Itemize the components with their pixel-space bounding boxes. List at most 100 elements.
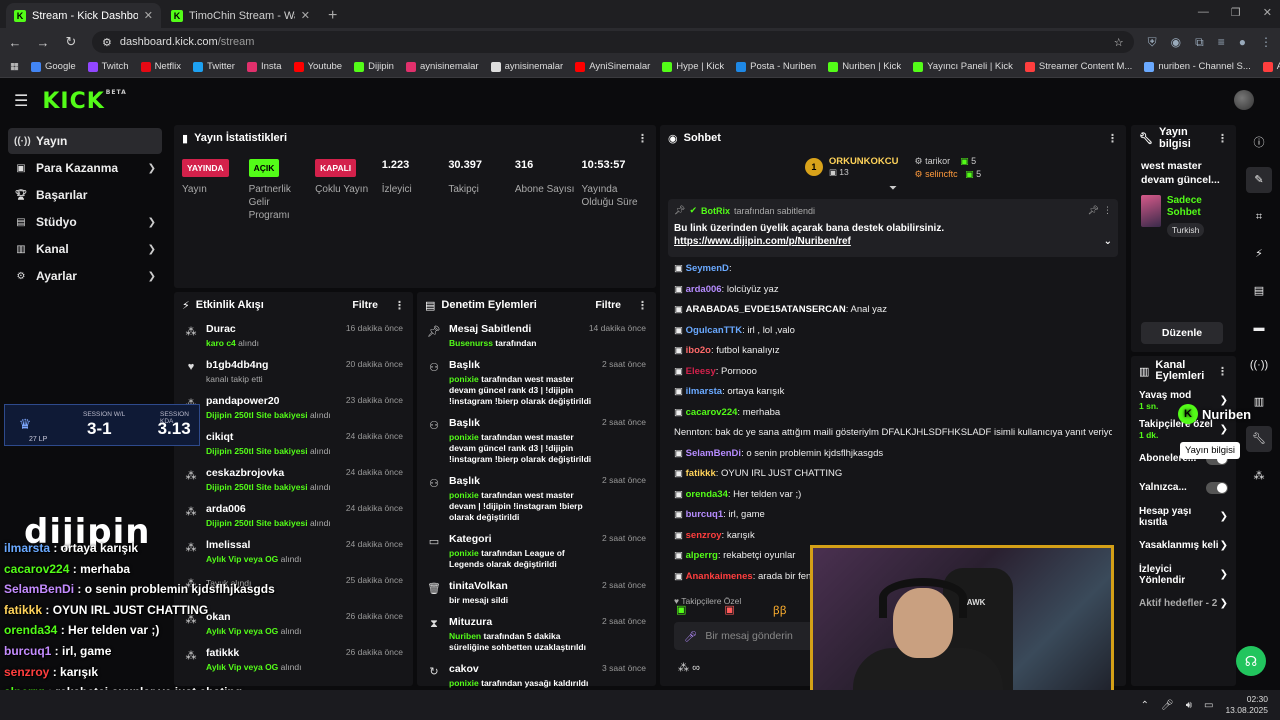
support-chat-icon[interactable]: ☊ [1236, 646, 1266, 676]
channel-action-item[interactable]: Aktif hedefler - 2 ❯ [1131, 589, 1236, 618]
crop-icon[interactable]: ⌗ [1246, 204, 1272, 230]
chat-username[interactable]: Anankaimenes [686, 571, 753, 582]
chat-username[interactable]: burcuq1 [686, 509, 723, 520]
apps-grid-icon[interactable]: ▦ [10, 61, 19, 72]
bookmark-item[interactable]: AyniSinemalar [575, 61, 650, 72]
bookmark-item[interactable]: Dijipin [354, 61, 394, 72]
restore-icon[interactable]: ❐ [1231, 6, 1241, 19]
filter-button[interactable]: Filtre [595, 299, 621, 311]
chat-username[interactable]: ibo2o [686, 345, 711, 356]
chat-message[interactable]: ▣ arda006: lolcüyüz yaz [674, 284, 1112, 296]
avatar[interactable] [1234, 90, 1254, 110]
list-item[interactable]: ⁂ arda006 Dijipin 250tl Site bakiyesi alın… [174, 498, 413, 534]
info-icon[interactable]: ⓘ [1246, 130, 1272, 156]
shield-icon[interactable]: ⛨ [1148, 35, 1157, 50]
chat-username[interactable]: orenda34 [686, 489, 728, 500]
list-item[interactable]: ⁂ Durac karo c4 alındı 16 dakika önce [174, 318, 413, 354]
menu-icon[interactable]: ⋮ [1260, 35, 1272, 50]
list-item[interactable]: 📌︎ Mesaj Sabitlendi Busenurss tarafından 14… [417, 318, 656, 354]
toggle-switch[interactable] [1206, 481, 1228, 494]
unpin-icon[interactable]: 📌︎ [1088, 205, 1099, 216]
extension-icon[interactable]: ◉ [1171, 35, 1181, 50]
speaker-icon[interactable]: 🔊︎ [1186, 700, 1192, 711]
url-input[interactable]: ⚙ dashboard.kick.com/stream ☆ [92, 31, 1134, 53]
sidebar-item-basarilar[interactable]: 🏆︎ Başarılar [8, 182, 162, 208]
bookmark-item[interactable]: Google [30, 61, 76, 72]
channel-action-item[interactable]: Hesap yaşı kısıtla ❯ [1131, 502, 1236, 531]
broadcast-icon[interactable]: ((·)) [1246, 352, 1272, 378]
chat-username[interactable]: cacarov224 [686, 407, 738, 418]
media-icon[interactable]: ≡ [1218, 35, 1225, 50]
pencil-icon[interactable]: ✎ [1246, 167, 1272, 193]
more-icon[interactable]: ⋮ [1103, 205, 1112, 216]
bookmark-item[interactable]: Insta [246, 61, 282, 72]
stream-category[interactable]: Sadece Sohbet [1167, 195, 1226, 219]
chat-username[interactable]: SelamBenDi [686, 448, 741, 459]
chat-message[interactable]: ▣ ilmarsta: ortaya karışık [674, 386, 1112, 398]
chat-username[interactable]: senzroy [686, 530, 722, 541]
bookmark-item[interactable]: Nuriben | Kick [828, 61, 901, 72]
more-icon[interactable]: ⋮ [1217, 365, 1228, 378]
top-gifter-1[interactable]: 1 ORKUNKOKCU ▣ 13 [804, 155, 899, 179]
list-item[interactable]: ⚇ Başlık ponixie tarafından west master de… [417, 412, 656, 470]
chat-message[interactable]: ▣ ARABADA5_EVDE15ATANSERCAN: Anal yaz [674, 304, 1112, 316]
chat-username[interactable]: alperrg [686, 550, 718, 561]
channel-action-item[interactable]: Yalnızca... [1131, 473, 1236, 502]
gifter-name[interactable]: tarikor [925, 156, 950, 166]
kick-logo[interactable]: KICKBETA [42, 89, 126, 114]
bookmark-item[interactable]: aynisinemalar [490, 61, 563, 72]
list-item[interactable]: ⁂pandapower20Dijipin 250tl Site bakiyesi… [174, 390, 413, 426]
more-icon[interactable]: ⋮ [637, 132, 648, 145]
gift-icon[interactable]: ⁂ [678, 662, 689, 674]
bookmark-item[interactable]: Twitter [192, 61, 235, 72]
bookmark-item[interactable]: Twitch [87, 61, 129, 72]
bookmark-item[interactable]: Hype | Kick [662, 61, 724, 72]
list-item[interactable]: ⚇ Başlık ponixie tarafından west master de… [417, 470, 656, 528]
more-icon[interactable]: ⋮ [394, 299, 405, 312]
chat-message[interactable]: ▣ burcuq1: irl, game [674, 509, 1112, 521]
bookmark-item[interactable]: Netflix [140, 61, 181, 72]
browser-tab-kick-dashboard[interactable]: K Stream - Kick Dashboard ✕ [6, 3, 161, 28]
list-item[interactable]: ⁂cikiqtDijipin 250tl Site bakiyesi alınd… [174, 426, 413, 462]
chat-username[interactable]: ilmarsta [686, 386, 722, 397]
microphone-icon[interactable]: 🎤︎ [1161, 700, 1174, 711]
list-item[interactable]: ▭ Kategori ponixie tarafından League of Le… [417, 528, 656, 575]
bookmark-star-icon[interactable]: ☆ [1114, 36, 1124, 49]
chat-username[interactable]: OgulcanTTK [686, 325, 742, 336]
browser-tab-timochin[interactable]: K TimoChin Stream - Watch Live o... ✕ [163, 3, 318, 28]
close-icon[interactable]: ✕ [144, 9, 153, 22]
gifter-name[interactable]: selincftc [925, 169, 958, 179]
bookmark-item[interactable]: Posta - Nuriben [736, 61, 816, 72]
bookmark-item[interactable]: Youtube [293, 61, 342, 72]
more-icon[interactable]: ⋮ [1217, 132, 1228, 145]
chat-message[interactable]: ▣ ibo2o: futbol kanalıyız [674, 345, 1112, 357]
reply-preview[interactable]: Nennton: bak dc ye sana attığım maili gö… [674, 427, 1112, 439]
minimize-icon[interactable]: — [1198, 6, 1209, 19]
bookmark-item[interactable]: aynisinemalar [405, 61, 479, 72]
forward-icon[interactable]: → [36, 35, 50, 50]
bolt-icon[interactable]: ⚡︎ [1246, 241, 1272, 267]
close-icon[interactable]: ✕ [301, 9, 310, 22]
chat-message[interactable]: ▣ SeymenD: [674, 263, 1112, 275]
more-icon[interactable]: ⋮ [1107, 132, 1118, 145]
chat-username[interactable]: arda006 [686, 284, 722, 295]
collapse-chevron-icon[interactable]: ⏷ [660, 183, 1126, 195]
new-tab-button[interactable]: + [320, 3, 345, 28]
channel-action-item[interactable]: Yasaklanmış keli ❯ [1131, 531, 1236, 560]
bookmark-item[interactable]: Aynı Sinemalar - Ça... [1262, 61, 1280, 72]
list-item[interactable]: 🗑︎ tinitaVolkan bir mesajı sildi 2 saat önc… [417, 575, 656, 611]
close-window-icon[interactable]: ✕ [1263, 6, 1272, 19]
back-icon[interactable]: ← [8, 35, 22, 50]
chat-message[interactable]: ▣ senzroy: karışık [674, 530, 1112, 542]
infinity-icon[interactable]: ∞ [692, 662, 700, 674]
site-info-icon[interactable]: ⚙ [102, 36, 112, 49]
chat-bubble-icon[interactable]: ▬ [1246, 315, 1272, 341]
reload-icon[interactable]: ↻ [64, 34, 78, 50]
sidebar-item-kanal[interactable]: ▥ Kanal ❯ [8, 236, 162, 262]
chat-username[interactable]: SeymenD [686, 263, 729, 274]
sidebar-item-yayin[interactable]: ((·)) Yayın [8, 128, 162, 154]
document-icon[interactable]: ▤ [1246, 278, 1272, 304]
people-icon[interactable]: ⁂ [1246, 463, 1272, 489]
list-item[interactable]: ⧗ Mituzura Nuriben tarafından 5 dakika sür… [417, 611, 656, 658]
chat-username[interactable]: Eleesy [686, 366, 716, 377]
